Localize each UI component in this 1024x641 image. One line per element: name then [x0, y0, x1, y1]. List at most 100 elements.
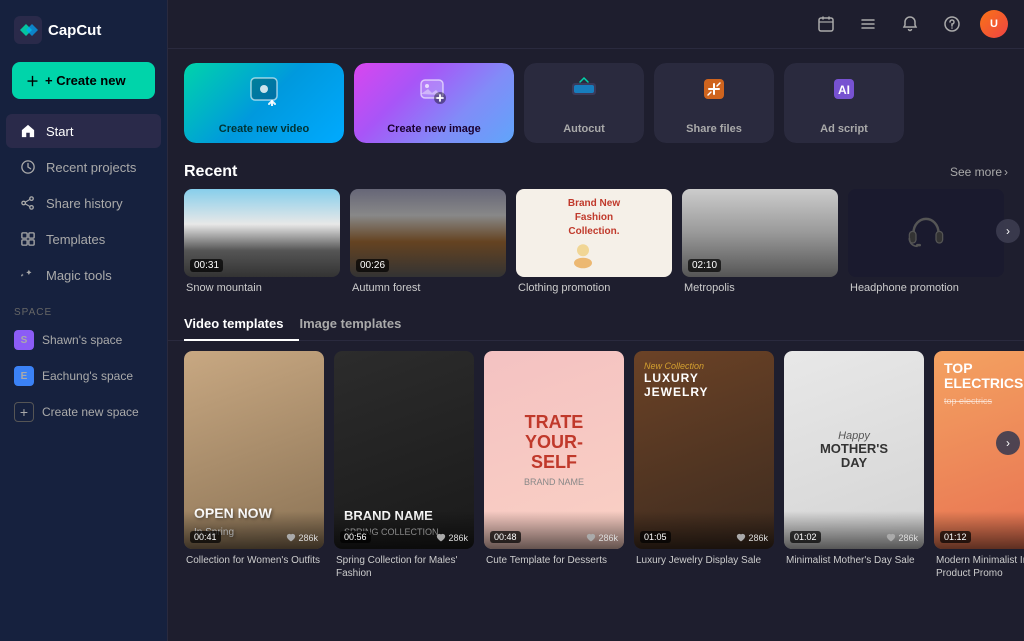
recent-card-autumn[interactable]: 00:26 Autumn forest — [350, 189, 506, 294]
template-duration-4: 01:02 — [790, 531, 821, 543]
template-thumb-2: TRATEYOUR-SELF BRAND NAME 00:48 286k — [484, 351, 624, 549]
ad-script-card[interactable]: AI Ad script — [784, 63, 904, 143]
autocut-label: Autocut — [563, 123, 605, 135]
template-likes-4: 286k — [886, 533, 918, 543]
app-name: CapCut — [48, 22, 101, 39]
share-files-card[interactable]: Share files — [654, 63, 774, 143]
template-overlay-3: 01:05 286k — [634, 511, 774, 549]
template-card-2[interactable]: TRATEYOUR-SELF BRAND NAME 00:48 286k Cut… — [484, 351, 624, 580]
menu-icon[interactable] — [854, 10, 882, 38]
help-icon[interactable] — [938, 10, 966, 38]
create-plus-icon: ＋ — [26, 71, 39, 90]
recent-card-clothing[interactable]: Brand New Fashion Collection. Clothing p… — [516, 189, 672, 294]
share-icon — [20, 195, 36, 211]
template-card-5[interactable]: TOPELECTRICS top electrics 01:12 286k Mo… — [934, 351, 1024, 580]
autumn-thumbnail: 00:26 — [350, 189, 506, 277]
ad-script-icon: AI — [828, 73, 860, 105]
template-next-button[interactable]: › — [996, 431, 1020, 455]
tab-video-templates[interactable]: Video templates — [184, 308, 299, 341]
capcut-logo-icon — [14, 16, 42, 44]
recent-card-headphone[interactable]: Headphone promotion — [848, 189, 1004, 294]
template-overlay-5: 01:12 286k — [934, 511, 1024, 549]
share-files-label: Share files — [686, 123, 742, 135]
sidebar: CapCut ＋ + Create new Start Recent proje… — [0, 0, 168, 641]
sidebar-item-magic[interactable]: Magic tools — [6, 258, 161, 292]
template-duration-2: 00:48 — [490, 531, 521, 543]
ad-script-label: Ad script — [820, 123, 868, 135]
eachung-avatar: E — [14, 366, 34, 386]
template-duration-1: 00:56 — [340, 531, 371, 543]
template-thumb-0: OPEN NOWIn Spring 00:41 286k — [184, 351, 324, 549]
nav-share-label: Share history — [46, 196, 123, 211]
home-icon — [20, 123, 36, 139]
clothing-title: Clothing promotion — [516, 282, 672, 294]
template-card-3[interactable]: New Collection LUXURYJEWELRY 01:05 286k … — [634, 351, 774, 580]
template-thumb-1: BRAND NAMESPRING COLLECTION 00:56 286k — [334, 351, 474, 549]
template-card-1[interactable]: BRAND NAMESPRING COLLECTION 00:56 286k S… — [334, 351, 474, 580]
template-duration-3: 01:05 — [640, 531, 671, 543]
see-more-recent[interactable]: See more › — [950, 165, 1008, 179]
template-overlay-0: 00:41 286k — [184, 511, 324, 549]
metropolis-thumbnail: 02:10 — [682, 189, 838, 277]
template-duration-0: 00:41 — [190, 531, 221, 543]
template-card-4[interactable]: Happy MOTHER'SDAY 01:02 286k Minimalist … — [784, 351, 924, 580]
create-space-item[interactable]: + Create new space — [0, 394, 167, 430]
sidebar-item-start[interactable]: Start — [6, 114, 161, 148]
tab-image-label: Image templates — [299, 316, 401, 331]
recent-row: 00:31 Snow mountain 00:26 Autumn forest … — [168, 189, 1024, 308]
nav-recent-label: Recent projects — [46, 160, 136, 175]
sidebar-item-share[interactable]: Share history — [6, 186, 161, 220]
tab-image-templates[interactable]: Image templates — [299, 308, 417, 341]
template-thumb-4: Happy MOTHER'SDAY 01:02 286k — [784, 351, 924, 549]
eachung-space-label: Eachung's space — [42, 369, 133, 383]
snow-duration: 00:31 — [190, 259, 223, 272]
clock-icon — [20, 159, 36, 175]
template-title-5: Modern Minimalist Intelligent Product Pr… — [934, 554, 1024, 580]
nav-magic-label: Magic tools — [46, 268, 112, 283]
create-new-label: + Create new — [45, 73, 126, 88]
recent-card-metropolis[interactable]: 02:10 Metropolis — [682, 189, 838, 294]
recent-card-snow[interactable]: 00:31 Snow mountain — [184, 189, 340, 294]
recent-title: Recent — [184, 163, 237, 181]
space-section-label: SPACE — [0, 293, 167, 322]
autocut-card[interactable]: Autocut — [524, 63, 644, 143]
sidebar-item-templates[interactable]: Templates — [6, 222, 161, 256]
shawn-space-label: Shawn's space — [42, 333, 122, 347]
recent-next-button[interactable]: › — [996, 219, 1020, 243]
templates-icon — [20, 231, 36, 247]
space-item-shawn[interactable]: S Shawn's space — [0, 322, 167, 358]
profile-avatar[interactable]: U — [980, 10, 1008, 38]
nav-start-label: Start — [46, 124, 73, 139]
create-image-label: Create new image — [387, 123, 481, 135]
create-image-card[interactable]: Create new image — [354, 63, 514, 143]
template-title-0: Collection for Women's Outfits — [184, 554, 324, 567]
share-files-icon — [698, 73, 730, 105]
chevron-right-icon: › — [1004, 165, 1008, 179]
autumn-duration: 00:26 — [356, 259, 389, 272]
tab-video-label: Video templates — [184, 316, 283, 331]
create-space-label: Create new space — [42, 405, 139, 419]
shawn-avatar: S — [14, 330, 34, 350]
template-likes-1: 286k — [436, 533, 468, 543]
headphone-title: Headphone promotion — [848, 282, 1004, 294]
template-card-0[interactable]: OPEN NOWIn Spring 00:41 286k Collection … — [184, 351, 324, 580]
image-card-icon — [418, 75, 450, 107]
bell-icon[interactable] — [896, 10, 924, 38]
create-video-card[interactable]: Create new video — [184, 63, 344, 143]
snow-thumbnail: 00:31 — [184, 189, 340, 277]
create-new-button[interactable]: ＋ + Create new — [12, 62, 155, 99]
space-item-eachung[interactable]: E Eachung's space — [0, 358, 167, 394]
template-row: OPEN NOWIn Spring 00:41 286k Collection … — [168, 351, 1024, 590]
template-title-2: Cute Template for Desserts — [484, 554, 624, 567]
create-video-label: Create new video — [219, 123, 309, 135]
metropolis-duration: 02:10 — [688, 259, 721, 272]
sidebar-item-recent[interactable]: Recent projects — [6, 150, 161, 184]
recent-section-header: Recent See more › — [168, 153, 1024, 189]
topbar: U — [168, 0, 1024, 49]
autocut-icon — [568, 73, 600, 105]
quick-actions-bar: Create new video Create new image — [168, 49, 1024, 153]
template-thumb-3: New Collection LUXURYJEWELRY 01:05 286k — [634, 351, 774, 549]
tabs-bar: Video templates Image templates — [168, 308, 1024, 341]
template-overlay-2: 00:48 286k — [484, 511, 624, 549]
calendar-icon[interactable] — [812, 10, 840, 38]
